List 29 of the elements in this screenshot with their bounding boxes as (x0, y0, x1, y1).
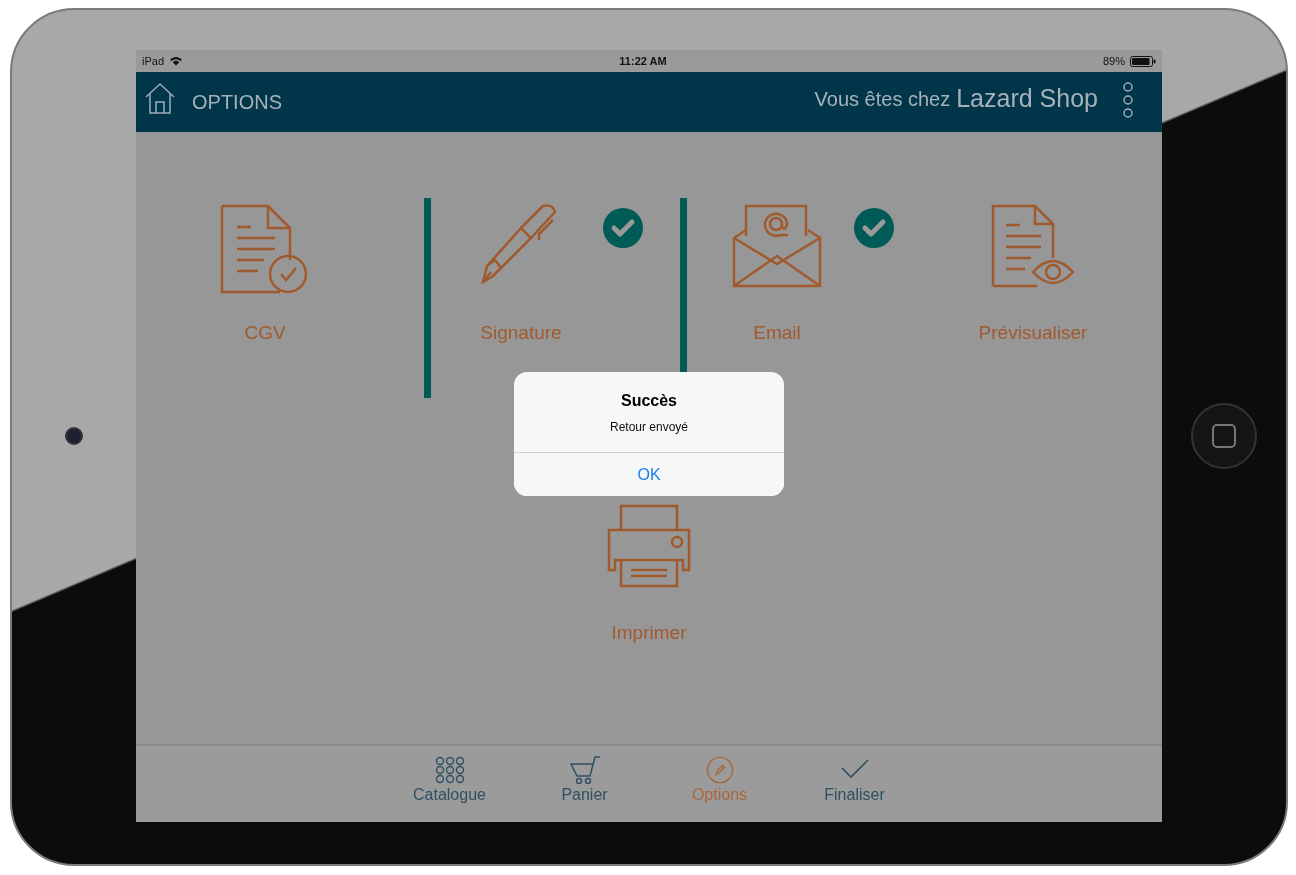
tab-item[interactable]: Catalogue (407, 746, 492, 822)
more-menu-icon[interactable] (1122, 82, 1134, 118)
greeting-text: Vous êtes chez (814, 87, 951, 111)
tab-item[interactable]: Panier (542, 746, 627, 822)
option-label[interactable]: Prévisualiser (978, 322, 1088, 344)
option-label[interactable]: Email (753, 322, 801, 344)
pencil-circle-icon (704, 756, 735, 784)
option-label[interactable]: CGV (244, 322, 286, 344)
tab-item[interactable]: Options (677, 746, 762, 822)
battery-percent: 89% (1102, 55, 1125, 67)
wifi-icon (169, 56, 184, 66)
document-eye-icon[interactable] (991, 204, 1075, 288)
home-icon[interactable] (144, 82, 176, 114)
grid-dots-icon (434, 756, 465, 784)
printer-icon[interactable] (607, 504, 691, 588)
envelope-at-icon[interactable] (732, 204, 822, 288)
option-label[interactable]: Signature (480, 322, 562, 344)
tab-item[interactable]: Finaliser (812, 746, 897, 822)
cart-icon (568, 756, 601, 784)
shop-name: Lazard Shop (956, 83, 1098, 113)
battery-icon (1130, 55, 1156, 67)
document-check-icon[interactable] (220, 204, 310, 294)
page-title: OPTIONS (192, 90, 282, 114)
device-name: iPad (142, 55, 165, 67)
alert-title: Succès (620, 392, 677, 410)
status-time: 11:22 AM (619, 55, 667, 67)
alert-message: Retour envoyé (609, 420, 688, 434)
camera-icon (65, 427, 83, 445)
option-label[interactable]: Imprimer (611, 622, 687, 644)
